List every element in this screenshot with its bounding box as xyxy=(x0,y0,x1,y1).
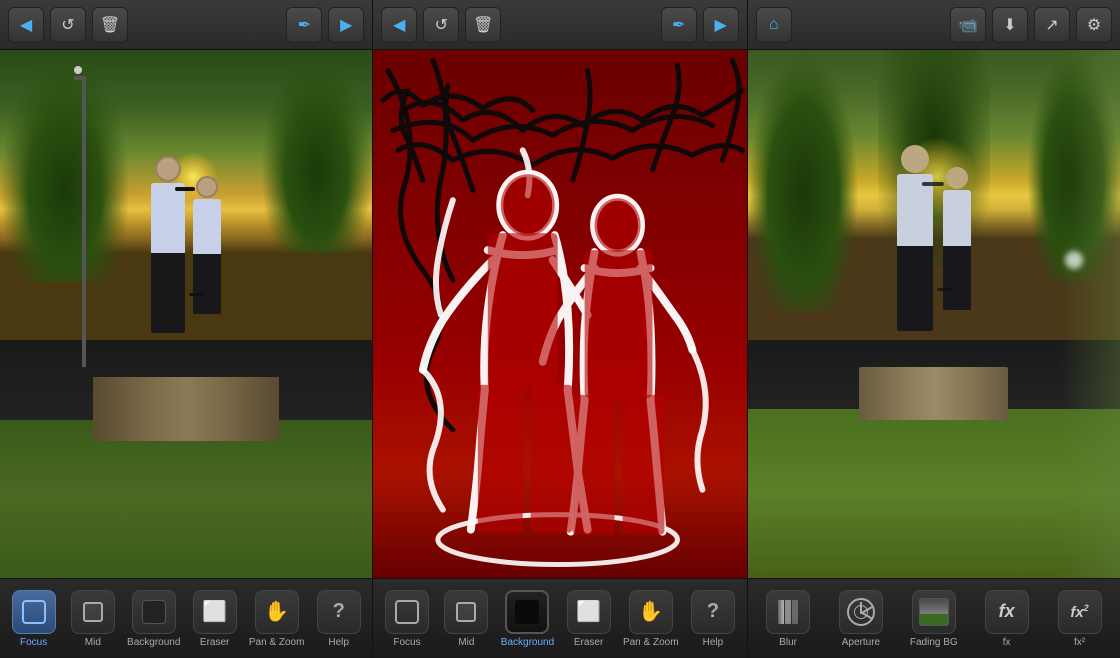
photo-right xyxy=(748,50,1120,578)
mid-icon-left xyxy=(71,590,115,634)
eraser-icon-left: ⬜ xyxy=(193,590,237,634)
eraser-icon-middle: ⬜ xyxy=(567,590,611,634)
download-button-right[interactable]: ⬇ xyxy=(992,7,1028,43)
pan-label-middle: Pan & Zoom xyxy=(623,637,679,648)
blur-icon-right xyxy=(766,590,810,634)
background-icon-middle xyxy=(505,590,549,634)
bottom-toolbar-right: Blur Aperture Fading BG xyxy=(748,578,1120,658)
pen-button-middle[interactable]: ✒ xyxy=(661,7,697,43)
undo-button-left[interactable]: ↺ xyxy=(50,7,86,43)
forward-button-middle[interactable]: ▶ xyxy=(703,7,739,43)
tool-eraser-middle[interactable]: ⬜ Eraser xyxy=(564,590,614,648)
focus-label-middle: Focus xyxy=(393,637,420,648)
bottom-toolbar-middle: Focus Mid Background ⬜ Eraser xyxy=(373,578,746,658)
tool-mid-left[interactable]: Mid xyxy=(68,590,118,648)
pan-label-left: Pan & Zoom xyxy=(249,637,305,648)
video-button-right[interactable]: 📹 xyxy=(950,7,986,43)
image-area-middle[interactable] xyxy=(373,50,746,578)
tool-eraser-left[interactable]: ⬜ Eraser xyxy=(190,590,240,648)
help-icon-middle: ? xyxy=(691,590,735,634)
tool-pan-left[interactable]: ✋ Pan & Zoom xyxy=(249,590,305,648)
panel-left: ◀ ↺ 🗑 ✒ ▶ xyxy=(0,0,372,658)
mid-label-middle: Mid xyxy=(458,637,474,648)
delete-button-middle[interactable]: 🗑 xyxy=(465,7,501,43)
tool-pan-middle[interactable]: ✋ Pan & Zoom xyxy=(623,590,679,648)
focus-label-left: Focus xyxy=(20,637,47,648)
tool-aperture-right[interactable]: Aperture xyxy=(836,590,886,648)
tool-background-middle[interactable]: Background xyxy=(501,590,554,648)
settings-button-right[interactable]: ⚙ xyxy=(1076,7,1112,43)
share-button-right[interactable]: ↗ xyxy=(1034,7,1070,43)
mid-label-left: Mid xyxy=(85,637,101,648)
aperture-label-right: Aperture xyxy=(842,637,880,648)
mid-icon-middle xyxy=(444,590,488,634)
fx-icon-right: fx xyxy=(985,590,1029,634)
photo-left xyxy=(0,50,372,578)
fx2-label-right: fx² xyxy=(1074,637,1085,648)
back-button-middle[interactable]: ◀ xyxy=(381,7,417,43)
blur-label-right: Blur xyxy=(779,637,797,648)
toolbar-middle: ◀ ↺ 🗑 ✒ ▶ xyxy=(373,0,746,50)
annotation-strokes xyxy=(373,50,746,578)
undo-button-middle[interactable]: ↺ xyxy=(423,7,459,43)
focus-icon-middle xyxy=(385,590,429,634)
tool-focus-middle[interactable]: Focus xyxy=(382,590,432,648)
eraser-label-left: Eraser xyxy=(200,637,229,648)
background-icon-left xyxy=(132,590,176,634)
panel-middle: ◀ ↺ 🗑 ✒ ▶ xyxy=(373,0,746,658)
help-icon-left: ? xyxy=(317,590,361,634)
tool-help-middle[interactable]: ? Help xyxy=(688,590,738,648)
fx-label-right: fx xyxy=(1003,637,1011,648)
background-label-left: Background xyxy=(127,637,180,648)
aperture-icon-right xyxy=(839,590,883,634)
tool-focus-left[interactable]: Focus xyxy=(9,590,59,648)
fading-bg-label-right: Fading BG xyxy=(910,637,958,648)
tool-background-left[interactable]: Background xyxy=(127,590,180,648)
tool-fx-right[interactable]: fx fx xyxy=(982,590,1032,648)
toolbar-right: ⌂ 📹 ⬇ ↗ ⚙ xyxy=(748,0,1120,50)
focus-icon-left xyxy=(12,590,56,634)
delete-button-left[interactable]: 🗑 xyxy=(92,7,128,43)
image-area-right xyxy=(748,50,1120,578)
pen-button-left[interactable]: ✒ xyxy=(286,7,322,43)
tool-fading-bg-right[interactable]: Fading BG xyxy=(909,590,959,648)
fading-bg-icon-right xyxy=(912,590,956,634)
image-area-left xyxy=(0,50,372,578)
fx2-icon-right: fx2 xyxy=(1058,590,1102,634)
forward-button-left[interactable]: ▶ xyxy=(328,7,364,43)
tool-mid-middle[interactable]: Mid xyxy=(441,590,491,648)
help-label-middle: Help xyxy=(703,637,724,648)
photo-middle xyxy=(373,50,746,578)
tool-help-left[interactable]: ? Help xyxy=(314,590,364,648)
back-button-left[interactable]: ◀ xyxy=(8,7,44,43)
tool-fx2-right[interactable]: fx2 fx² xyxy=(1055,590,1105,648)
bottom-toolbar-left: Focus Mid Background ⬜ Eraser xyxy=(0,578,372,658)
panel-right: ⌂ 📹 ⬇ ↗ ⚙ xyxy=(748,0,1120,658)
main-container: ◀ ↺ 🗑 ✒ ▶ xyxy=(0,0,1120,658)
background-label-middle: Background xyxy=(501,637,554,648)
home-button-right[interactable]: ⌂ xyxy=(756,7,792,43)
pan-icon-middle: ✋ xyxy=(629,590,673,634)
eraser-label-middle: Eraser xyxy=(574,637,603,648)
tool-blur-right[interactable]: Blur xyxy=(763,590,813,648)
help-label-left: Help xyxy=(328,637,349,648)
toolbar-left: ◀ ↺ 🗑 ✒ ▶ xyxy=(0,0,372,50)
pan-icon-left: ✋ xyxy=(255,590,299,634)
